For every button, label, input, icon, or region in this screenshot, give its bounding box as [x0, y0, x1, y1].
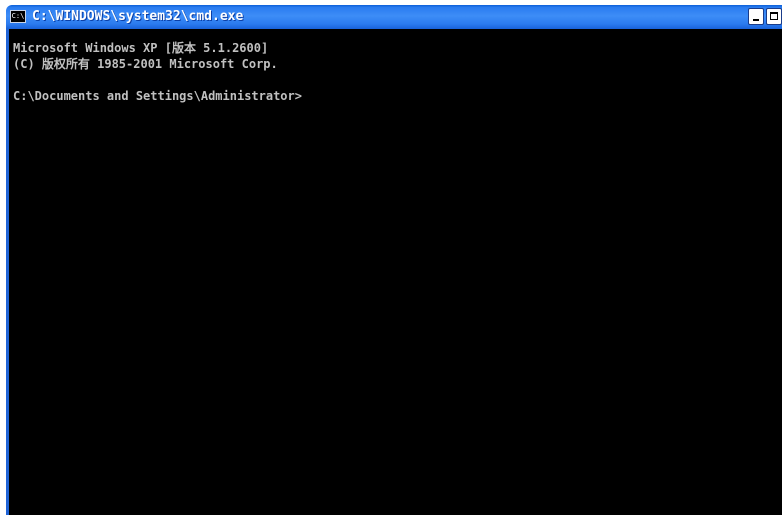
- console-line-copyright: (C) 版权所有 1985-2001 Microsoft Corp.: [13, 57, 278, 71]
- window-title: C:\WINDOWS\system32\cmd.exe: [32, 9, 244, 24]
- cmd-window: C:\ C:\WINDOWS\system32\cmd.exe Microsof…: [0, 0, 782, 515]
- console-line-version: Microsoft Windows XP [版本 5.1.2600]: [13, 41, 269, 55]
- maximize-button[interactable]: [766, 8, 782, 25]
- title-bar[interactable]: C:\ C:\WINDOWS\system32\cmd.exe: [6, 5, 782, 29]
- console-area[interactable]: Microsoft Windows XP [版本 5.1.2600] (C) 版…: [9, 29, 782, 515]
- minimize-button[interactable]: [748, 8, 764, 25]
- console-prompt[interactable]: C:\Documents and Settings\Administrator>: [13, 88, 782, 104]
- cmd-icon[interactable]: C:\: [10, 10, 26, 23]
